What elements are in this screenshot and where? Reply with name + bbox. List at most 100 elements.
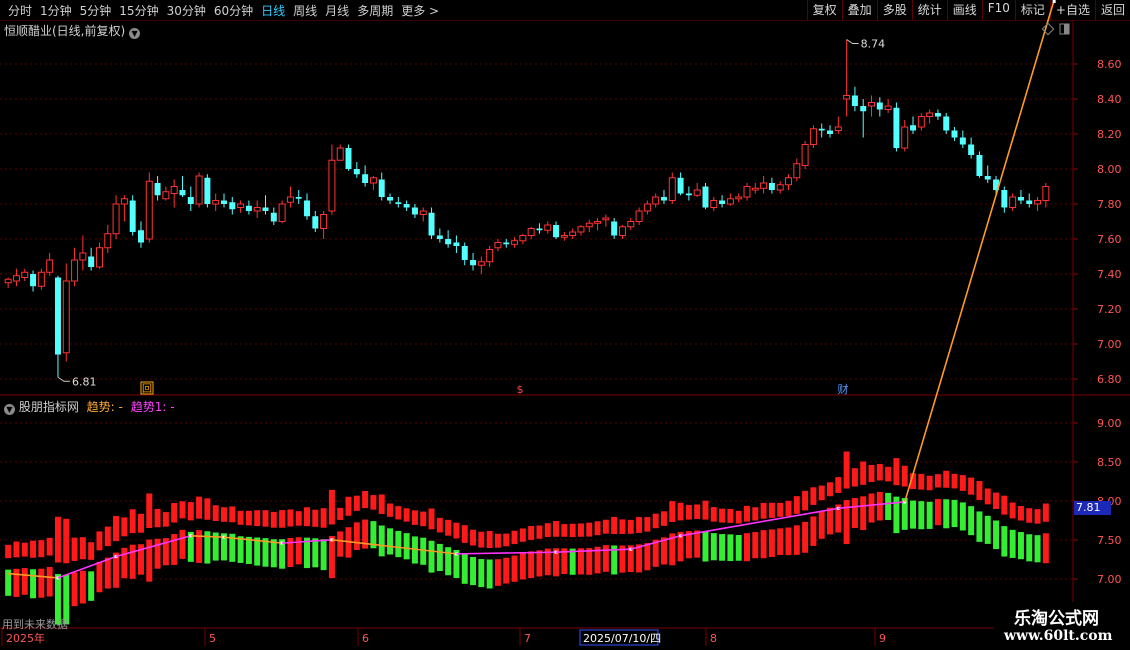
candle-body: [984, 176, 991, 180]
candle-body: [12, 275, 20, 282]
lower-bar: [519, 553, 526, 580]
candlestick-chart[interactable]: 8.74 6.81 回 $ 财 8.60 8.40 8.20 8.00 7.80 7.60 7.40…: [0, 0, 1130, 650]
upper-bar: [113, 515, 120, 542]
candle-body: [453, 242, 460, 246]
upper-bar: [586, 522, 593, 537]
upper-bar: [63, 518, 70, 564]
candle-body: [369, 177, 377, 184]
upper-bar: [403, 508, 410, 522]
candle-body: [893, 107, 900, 148]
candle-body: [477, 261, 485, 266]
main-panel-title[interactable]: 恒顺醋业(日线,前复权) ▼: [4, 22, 141, 39]
candle-body: [511, 240, 519, 245]
upper-bar: [827, 482, 833, 497]
lower-bar: [30, 569, 37, 599]
upper-bar: [378, 494, 385, 514]
lower-bar: [13, 568, 20, 597]
candle-body: [395, 202, 402, 204]
upper-bar: [519, 528, 526, 542]
candle-body: [668, 177, 676, 201]
indicator-tick-label: 7.50: [1097, 534, 1122, 547]
upper-bar: [221, 507, 227, 522]
upper-bar: [38, 540, 45, 558]
upper-bar: [71, 537, 78, 561]
lower-bar: [876, 491, 883, 521]
trend-line-label: 趋势: -: [86, 400, 123, 414]
current-value-label: 7.81: [1074, 501, 1111, 515]
candle-body: [943, 116, 950, 131]
cursor-date: 2025/07/10/四: [583, 632, 661, 645]
date-label: 8: [710, 632, 717, 645]
upper-bar: [851, 468, 858, 487]
candle-body: [403, 204, 410, 208]
upper-bar: [968, 477, 975, 495]
upper-bar: [79, 537, 86, 560]
candle-body: [976, 155, 983, 176]
lower-bar: [1017, 532, 1024, 560]
lower-bar: [96, 561, 103, 593]
lower-bar: [802, 521, 809, 553]
upper-bar: [1042, 503, 1049, 522]
price-tick-label: 7.60: [1097, 233, 1122, 246]
upper-bar: [279, 510, 286, 528]
lower-bar: [644, 543, 651, 571]
candle-body: [428, 212, 435, 236]
candle-body: [751, 187, 759, 191]
upper-bar: [1026, 508, 1033, 523]
lower-bar: [1026, 534, 1033, 562]
chevron-down-icon[interactable]: ▼: [129, 28, 141, 39]
candle-body: [660, 197, 667, 201]
upper-bar: [993, 492, 1000, 509]
lower-bar: [885, 492, 892, 521]
candle-body: [726, 198, 734, 205]
chevron-down-icon[interactable]: ▼: [4, 404, 15, 415]
candle-body: [710, 200, 718, 208]
upper-bar: [926, 475, 933, 491]
candle-body: [221, 200, 227, 204]
upper-bar: [13, 541, 20, 558]
lower-bar: [827, 507, 833, 535]
lower-bar: [768, 529, 775, 558]
lower-bar: [528, 551, 535, 579]
lower-bar: [21, 568, 28, 595]
candle-body: [378, 179, 385, 197]
candle-body: [809, 128, 817, 145]
candle-body: [643, 203, 651, 212]
price-tick-label: 8.00: [1097, 163, 1122, 176]
candle-body: [618, 226, 626, 236]
upper-bar: [694, 504, 701, 519]
upper-bar: [611, 516, 618, 534]
lower-bar: [511, 555, 518, 582]
upper-bar: [154, 508, 161, 528]
lower-bar: [378, 525, 385, 557]
candle-body: [818, 128, 825, 131]
upper-bar: [536, 525, 543, 539]
upper-bar: [835, 477, 842, 493]
upper-bar: [137, 513, 144, 533]
price-tick-label: 7.20: [1097, 303, 1122, 316]
upper-bar: [561, 524, 568, 537]
upper-bar: [229, 506, 236, 523]
lower-bar: [395, 530, 402, 558]
lower-bar: [719, 534, 726, 561]
upper-bar: [461, 525, 468, 543]
indicator-name: 股朋指标网: [18, 400, 79, 414]
candle-body: [560, 235, 568, 238]
upper-bar: [254, 510, 261, 527]
trend1-line-label: 趋势1: -: [130, 400, 175, 414]
restore-icon-fill: [1064, 24, 1069, 34]
upper-bar: [287, 509, 294, 527]
upper-bar: [951, 473, 958, 489]
lower-bar: [976, 511, 983, 542]
lower-bar: [1009, 529, 1016, 558]
upper-bar: [1017, 505, 1024, 521]
indicator-tick-label: 8.50: [1097, 456, 1122, 469]
candle-body: [304, 200, 310, 217]
candle-body: [129, 200, 136, 232]
price-tick-label: 7.40: [1097, 268, 1122, 281]
lower-bar: [569, 548, 576, 575]
indicator-panel-title[interactable]: ▼ 股朋指标网 趋势: - 趋势1: -: [4, 398, 175, 415]
candle-body: [719, 200, 726, 204]
candle-body: [187, 197, 194, 204]
upper-bar: [328, 489, 335, 525]
